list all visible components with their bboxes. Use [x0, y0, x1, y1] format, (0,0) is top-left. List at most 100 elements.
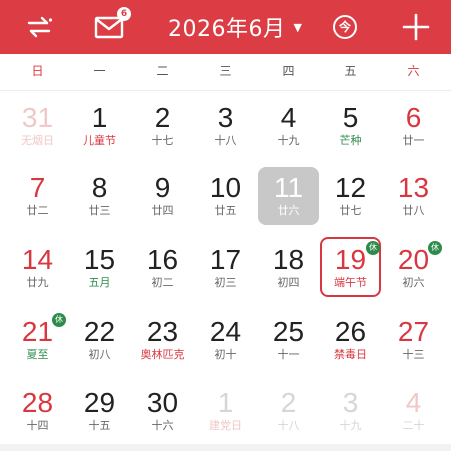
day-cell[interactable]: 4 十九	[257, 103, 320, 171]
divider	[0, 90, 451, 91]
plus-icon	[402, 13, 430, 41]
day-subtitle: 十一	[277, 348, 300, 361]
day-number: 9	[154, 172, 171, 203]
today-icon: 今	[333, 15, 357, 39]
day-subtitle: 廿九	[26, 276, 49, 289]
day-number: 25	[272, 316, 305, 347]
day-number: 5	[342, 102, 359, 133]
day-cell[interactable]: 9 廿四	[131, 173, 194, 241]
weekday-sun: 日	[31, 64, 44, 78]
day-subtitle: 十五	[88, 419, 111, 432]
day-cell[interactable]: 18 初四	[257, 245, 320, 313]
weekday-mon: 一	[93, 64, 106, 78]
day-subtitle: 十三	[402, 348, 425, 361]
day-cell[interactable]: 20 初六	[382, 245, 445, 313]
day-subtitle: 十七	[151, 134, 174, 147]
bottom-divider	[0, 444, 451, 451]
day-number: 14	[21, 244, 54, 275]
month-title: 2026年6月	[168, 17, 286, 42]
day-cell[interactable]: 13 廿八	[382, 173, 445, 241]
day-number: 26	[334, 316, 367, 347]
day-cell[interactable]: 8 廿三	[68, 173, 131, 241]
day-cell[interactable]: 10 廿五	[194, 173, 257, 241]
day-subtitle: 初三	[214, 276, 237, 289]
day-subtitle: 端午节	[334, 276, 367, 289]
holiday-badge: 休	[52, 313, 66, 327]
day-cell[interactable]: 25 十一	[257, 317, 320, 385]
day-number: 4	[280, 102, 297, 133]
holiday-badge: 休	[428, 241, 442, 255]
day-subtitle: 廿七	[339, 204, 362, 217]
day-subtitle: 夏至	[26, 348, 49, 361]
day-subtitle: 初四	[277, 276, 300, 289]
day-number: 1	[91, 102, 108, 133]
caret-down-icon: ▼	[293, 20, 302, 34]
day-subtitle: 初二	[151, 276, 174, 289]
day-cell[interactable]: 5 芒种	[319, 103, 382, 171]
day-cell[interactable]: 1 儿童节	[68, 103, 131, 171]
day-cell[interactable]: 21 夏至	[6, 317, 69, 385]
day-cell[interactable]: 16 初二	[131, 245, 194, 313]
day-cell[interactable]: 15 五月	[68, 245, 131, 313]
day-number: 16	[146, 244, 179, 275]
day-number: 3	[217, 102, 234, 133]
day-subtitle: 廿六	[277, 204, 300, 217]
day-number: 3	[342, 387, 359, 418]
day-cell[interactable]: 22 初八	[68, 317, 131, 385]
day-cell[interactable]: 23 奥林匹克	[131, 317, 194, 385]
day-cell[interactable]: 26 禁毒日	[319, 317, 382, 385]
day-cell[interactable]: 14 廿九	[6, 245, 69, 313]
day-number: 4	[405, 387, 422, 418]
day-subtitle: 廿五	[214, 204, 237, 217]
day-cell[interactable]: 24 初十	[194, 317, 257, 385]
weekday-fri: 五	[344, 64, 357, 78]
day-subtitle: 建党日	[209, 419, 242, 432]
day-subtitle: 廿一	[402, 134, 425, 147]
day-subtitle: 十八	[214, 134, 237, 147]
day-cell[interactable]: 6 廿一	[382, 103, 445, 171]
day-subtitle: 十九	[339, 419, 362, 432]
day-number: 2	[280, 387, 297, 418]
day-subtitle: 初八	[88, 348, 111, 361]
top-bar: 6 2026年6月 ▼ 今	[0, 0, 451, 54]
day-number: 18	[272, 244, 305, 275]
day-subtitle: 十八	[277, 419, 300, 432]
day-subtitle: 芒种	[339, 134, 362, 147]
day-number: 12	[334, 172, 367, 203]
day-cell[interactable]: 31 无烟日	[6, 103, 69, 171]
day-subtitle: 十九	[277, 134, 300, 147]
day-cell[interactable]: 12 廿七	[319, 173, 382, 241]
day-cell[interactable]: 2 十七	[131, 103, 194, 171]
day-number: 2	[154, 102, 171, 133]
day-number: 30	[146, 387, 179, 418]
day-number: 10	[209, 172, 242, 203]
day-subtitle: 五月	[88, 276, 111, 289]
day-subtitle: 十四	[26, 419, 49, 432]
selected-day-cell[interactable]: 19 端午节	[319, 245, 382, 313]
day-subtitle: 廿四	[151, 204, 174, 217]
day-number: 1	[217, 387, 234, 418]
day-number: 23	[146, 316, 179, 347]
day-cell[interactable]: 27 十三	[382, 317, 445, 385]
day-cell[interactable]: 3 十八	[194, 103, 257, 171]
day-subtitle: 禁毒日	[334, 348, 367, 361]
holiday-badge: 休	[366, 241, 380, 255]
day-subtitle: 二十	[402, 419, 425, 432]
day-subtitle: 初十	[214, 348, 237, 361]
day-number: 22	[83, 316, 116, 347]
weekday-wed: 三	[219, 64, 232, 78]
month-title-button[interactable]: 2026年6月 ▼	[160, 0, 310, 54]
day-cell[interactable]: 17 初三	[194, 245, 257, 313]
swap-arrows-icon[interactable]	[14, 0, 64, 54]
day-subtitle: 廿八	[402, 204, 425, 217]
day-subtitle: 廿二	[26, 204, 49, 217]
today-cell[interactable]: 11 廿六	[257, 173, 320, 241]
day-subtitle: 奥林匹克	[140, 348, 185, 361]
day-cell[interactable]: 7 廿二	[6, 173, 69, 241]
mail-count-badge: 6	[117, 7, 131, 21]
add-event-button[interactable]	[386, 0, 446, 54]
day-subtitle: 初六	[402, 276, 425, 289]
day-subtitle: 廿三	[88, 204, 111, 217]
today-button[interactable]: 今	[320, 0, 370, 54]
weekday-thu: 四	[282, 64, 295, 78]
